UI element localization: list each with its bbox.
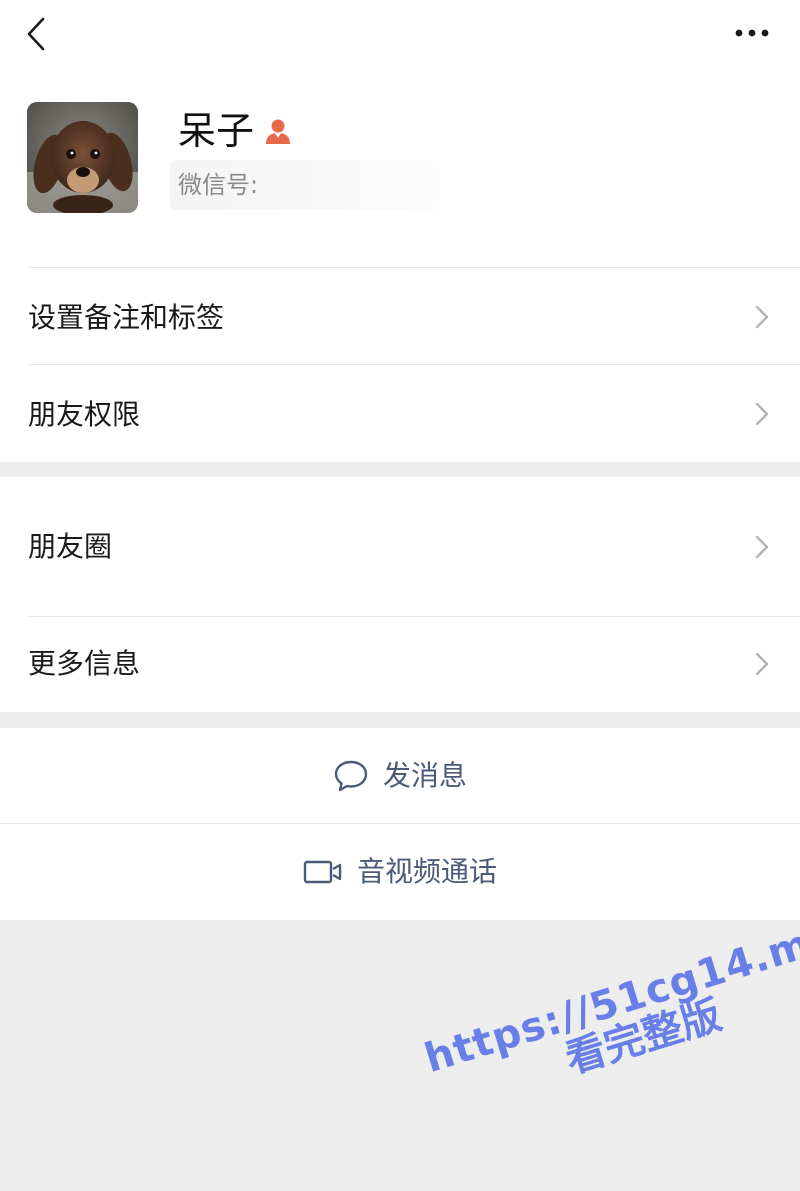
menu-item-set-remark-tags[interactable]: 设置备注和标签 xyxy=(0,268,800,364)
more-options-button[interactable] xyxy=(732,18,772,48)
menu-item-more-info[interactable]: 更多信息 xyxy=(0,617,800,712)
send-message-label: 发消息 xyxy=(382,758,467,792)
menu-item-label: 朋友权限 xyxy=(28,398,141,431)
chevron-right-icon xyxy=(755,535,769,559)
profile-name: 呆子 xyxy=(178,109,255,153)
menu-item-label: 朋友圈 xyxy=(28,530,113,563)
menu-item-moments[interactable]: 朋友圈 xyxy=(0,477,800,616)
send-message-button[interactable]: 发消息 xyxy=(0,728,800,823)
more-horizontal-icon xyxy=(735,29,769,37)
wechat-id-label: 微信号: xyxy=(178,171,259,199)
menu-item-label: 更多信息 xyxy=(28,647,141,680)
chevron-right-icon xyxy=(755,305,769,329)
chevron-left-icon xyxy=(27,17,45,51)
video-call-label: 音视频通话 xyxy=(356,855,497,888)
profile-name-row: 呆子 xyxy=(178,108,292,154)
moments-section: 朋友圈 更多信息 xyxy=(0,477,800,712)
profile-top-section: 呆子 微信号: 设置备注和标签 朋友权限 xyxy=(0,0,800,462)
dog-avatar-image xyxy=(27,102,138,213)
video-camera-icon xyxy=(303,860,342,884)
chevron-right-icon xyxy=(755,652,769,676)
wechat-id-row: 微信号: xyxy=(170,160,440,210)
menu-item-label: 设置备注和标签 xyxy=(28,301,225,334)
female-person-icon xyxy=(264,117,292,145)
watermark: https://51cg14.me 看完整版 xyxy=(419,913,800,1121)
chat-bubble-icon xyxy=(334,760,368,791)
menu-item-friend-permissions[interactable]: 朋友权限 xyxy=(0,365,800,462)
chevron-right-icon xyxy=(755,402,769,426)
video-call-button[interactable]: 音视频通话 xyxy=(0,824,800,920)
back-button[interactable] xyxy=(18,14,54,54)
avatar[interactable] xyxy=(27,102,138,213)
actions-section: 发消息 音视频通话 xyxy=(0,728,800,920)
